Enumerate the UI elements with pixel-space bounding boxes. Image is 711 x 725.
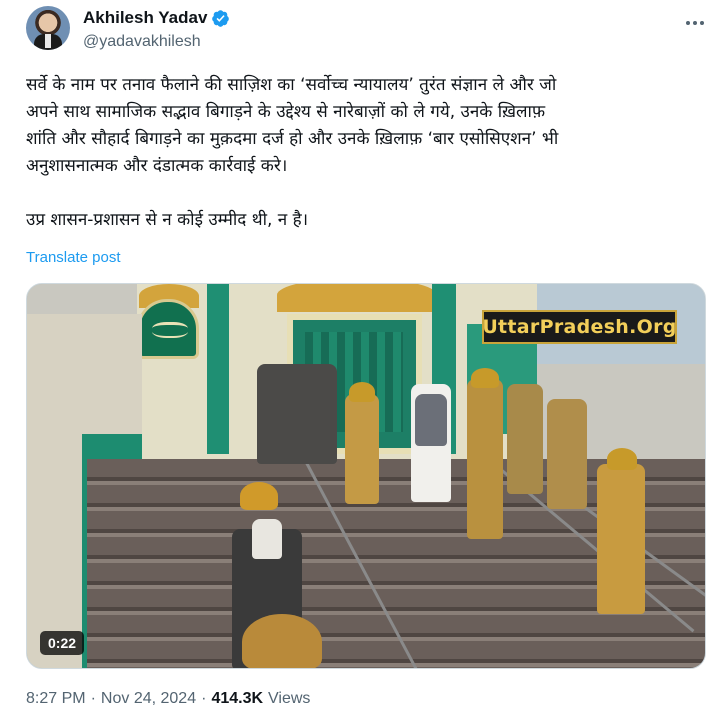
police-officer	[547, 399, 587, 509]
tweet-line-2: अपने साथ सामाजिक सद्भाव बिगाड़ने के उद्द…	[26, 102, 546, 122]
author-handle[interactable]: @yadavakhilesh	[83, 33, 201, 51]
tweet-line-1: सर्वे के नाम पर तनाव फैलाने की साज़िश का…	[26, 75, 557, 95]
avatar-shirt	[45, 34, 51, 48]
views-label: Views	[268, 690, 311, 707]
mosque-arch-cap	[277, 284, 437, 312]
police-officer	[345, 394, 379, 504]
man-in-white-vest	[415, 394, 447, 446]
tweet-line-3: शांति और सौहार्द बिगाड़ने का मुक़दमा दर्…	[26, 129, 559, 149]
meta-separator: ·	[90, 690, 96, 707]
police-helmet	[240, 482, 278, 510]
people-in-background	[257, 364, 337, 464]
video-watermark-text: UttarPradesh.Org	[482, 316, 677, 338]
avatar[interactable]	[26, 6, 70, 50]
police-helmet	[607, 448, 637, 470]
verified-badge-icon	[212, 9, 230, 27]
police-officer	[597, 464, 645, 614]
police-helmet	[471, 368, 499, 388]
man-in-black-vest-shirt	[252, 519, 282, 559]
police-helmet-foreground	[242, 614, 322, 668]
tweet-text: सर्वे के नाम पर तनाव फैलाने की साज़िश का…	[26, 72, 698, 234]
translate-post-link[interactable]: Translate post	[26, 249, 121, 266]
police-officer	[467, 379, 503, 539]
tweet-line-5: उप्र शासन-प्रशासन से न कोई उम्मीद थी, न …	[26, 210, 309, 230]
police-helmet	[349, 382, 375, 402]
author-display-name[interactable]: Akhilesh Yadav	[83, 8, 207, 28]
police-officer	[507, 384, 543, 494]
mosque-pillar	[207, 284, 229, 454]
meta-separator: ·	[201, 690, 207, 707]
video-duration-badge: 0:22	[40, 631, 85, 655]
tweet-date[interactable]: Nov 24, 2024	[101, 690, 196, 708]
arabic-inscription-panel	[137, 299, 199, 359]
tweet-video[interactable]: UttarPradesh.Org 0:22	[26, 283, 706, 669]
tweet-header: Akhilesh Yadav @yadavakhilesh	[26, 6, 706, 56]
tweet-time[interactable]: 8:27 PM	[26, 690, 86, 708]
author-name-row[interactable]: Akhilesh Yadav	[83, 8, 230, 28]
tweet-line-4: अनुशासनात्मक और दंडात्मक कार्रवाई करे।	[26, 156, 288, 176]
views-count[interactable]: 414.3K	[211, 690, 263, 708]
more-options-icon[interactable]	[683, 12, 707, 34]
tweet-meta: 8:27 PM · Nov 24, 2024 · 414.3K Views	[26, 690, 310, 708]
video-watermark: UttarPradesh.Org	[482, 310, 677, 344]
